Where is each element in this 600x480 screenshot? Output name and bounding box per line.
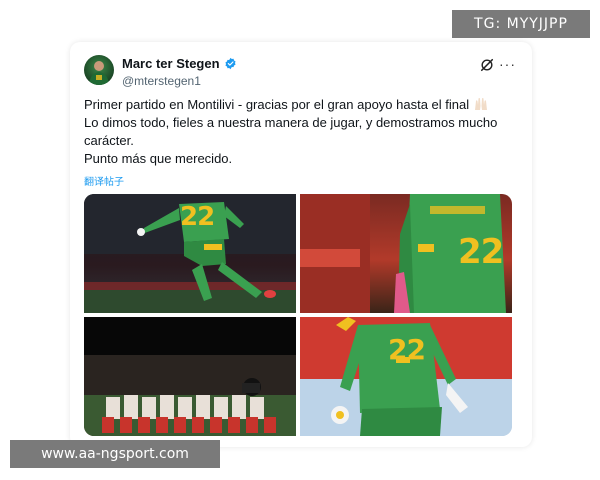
tweet-card[interactable]: Marc ter Stegen @mterstegen1 ··· Primer … — [70, 42, 532, 447]
raised-hands-emoji — [475, 98, 488, 110]
jersey-number: 22 — [180, 202, 215, 232]
tweet-text-line: Lo dimos todo, fieles a nuestra manera d… — [84, 115, 498, 148]
verified-badge-icon — [225, 57, 236, 70]
tweet-text: Primer partido en Montilivi - gracias po… — [84, 96, 524, 168]
jersey-number: 22 — [458, 232, 504, 272]
author-name-row[interactable]: Marc ter Stegen — [122, 56, 237, 71]
tweet-text-line: Punto más que merecido. — [84, 151, 233, 166]
handle[interactable]: @mterstegen1 — [122, 74, 201, 88]
photo-goalkeeper-back[interactable]: 22 — [300, 194, 512, 313]
photo-goalkeeper-kneeling[interactable]: 22 — [300, 317, 512, 436]
watermark-bottom-left[interactable]: www.aa-ngsport.com — [10, 440, 220, 468]
photo-goalkeeper-jumping[interactable]: 22 — [84, 194, 296, 313]
tweet-text-line: Primer partido en Montilivi - gracias po… — [84, 96, 524, 114]
watermark-top-right: TG: MYYJJPP — [452, 10, 590, 38]
display-name[interactable]: Marc ter Stegen — [122, 56, 220, 71]
jersey-number: 22 — [388, 333, 426, 366]
avatar[interactable] — [84, 55, 114, 85]
more-options-icon[interactable]: ··· — [499, 56, 516, 72]
photo-3-illustration — [84, 317, 296, 436]
translate-post-link[interactable]: 翻译帖子 — [84, 173, 124, 188]
photo-team-lineup[interactable] — [84, 317, 296, 436]
media-grid: 22 22 22 — [84, 194, 512, 436]
grok-icon[interactable] — [480, 58, 494, 72]
